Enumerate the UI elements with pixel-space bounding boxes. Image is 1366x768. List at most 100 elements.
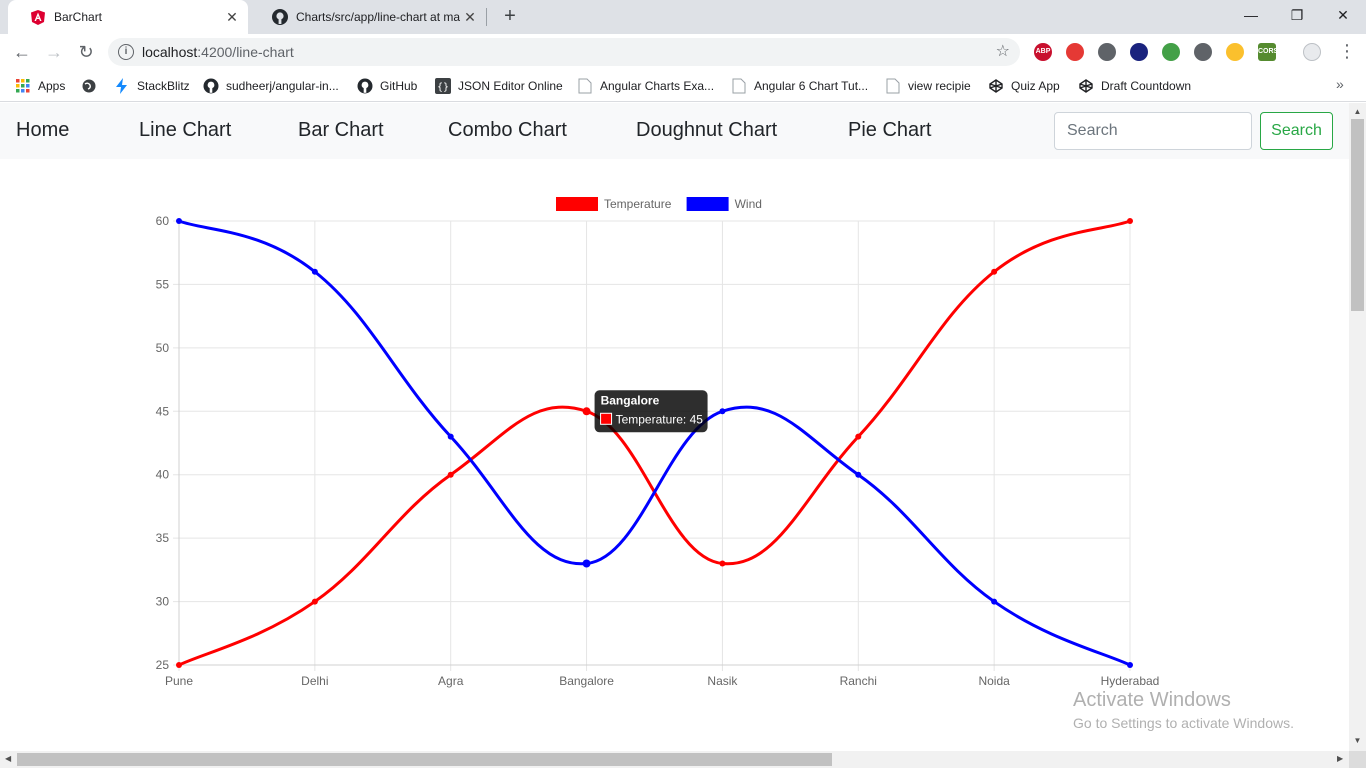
data-point bbox=[855, 433, 862, 440]
minimize-icon[interactable]: — bbox=[1228, 0, 1274, 34]
data-point bbox=[311, 268, 318, 275]
url-text: localhost:4200/line-chart bbox=[142, 44, 294, 60]
y-tick-label: 25 bbox=[156, 658, 170, 672]
close-tab-icon[interactable]: ✕ bbox=[222, 9, 242, 26]
legend-swatch bbox=[686, 197, 729, 211]
y-tick-label: 30 bbox=[156, 595, 170, 609]
data-point bbox=[1127, 662, 1133, 668]
horizontal-scrollbar[interactable]: ◀ ▶ bbox=[0, 751, 1349, 768]
svg-text:{}: {} bbox=[437, 82, 449, 93]
data-point bbox=[991, 598, 998, 605]
close-tab-icon[interactable]: ✕ bbox=[460, 9, 480, 26]
y-tick-label: 40 bbox=[156, 468, 170, 482]
data-point bbox=[447, 433, 454, 440]
horizontal-scroll-thumb[interactable] bbox=[17, 753, 832, 766]
forward-icon[interactable]: → bbox=[42, 40, 66, 64]
data-point bbox=[855, 471, 862, 478]
x-tick-label: Noida bbox=[978, 674, 1010, 688]
angular-icon bbox=[30, 9, 46, 25]
url-path: :4200/line-chart bbox=[197, 44, 294, 60]
apps-grid-icon bbox=[15, 78, 31, 94]
data-point bbox=[176, 218, 182, 224]
extension-icon[interactable] bbox=[1066, 43, 1084, 61]
data-point bbox=[447, 471, 454, 478]
bookmark-item[interactable]: {} JSON Editor Online bbox=[435, 77, 563, 95]
extension-icon[interactable] bbox=[1162, 43, 1180, 61]
bookmark-item[interactable]: sudheerj/angular-in... bbox=[203, 77, 339, 95]
tab-barchart[interactable]: BarChart ✕ bbox=[8, 0, 248, 34]
bookmark-item[interactable] bbox=[81, 77, 104, 95]
scroll-left-icon[interactable]: ◀ bbox=[5, 754, 11, 763]
data-point bbox=[719, 560, 726, 567]
stackblitz-icon bbox=[114, 78, 130, 94]
data-point bbox=[1127, 218, 1133, 224]
page-viewport: Home Line Chart Bar Chart Combo Chart Do… bbox=[0, 103, 1349, 751]
legend-label: Temperature bbox=[604, 197, 672, 211]
codepen-icon bbox=[1078, 78, 1094, 94]
tab-title: BarChart bbox=[54, 10, 103, 24]
bookmark-item[interactable]: GitHub bbox=[357, 77, 417, 95]
tooltip-label: Temperature: 45 bbox=[616, 412, 704, 426]
scroll-right-icon[interactable]: ▶ bbox=[1337, 754, 1343, 763]
x-tick-label: Pune bbox=[165, 674, 193, 688]
y-tick-label: 60 bbox=[156, 214, 170, 228]
x-tick-label: Ranchi bbox=[840, 674, 877, 688]
legend-label: Wind bbox=[735, 197, 762, 211]
tab-github[interactable]: Charts/src/app/line-chart at mast ✕ bbox=[250, 0, 486, 34]
extension-icon[interactable]: CORS bbox=[1258, 43, 1278, 61]
bookmark-item[interactable]: Apps bbox=[15, 77, 65, 95]
github-icon bbox=[203, 78, 219, 94]
tooltip-swatch bbox=[600, 412, 613, 425]
bookmark-item[interactable]: Angular Charts Exa... bbox=[577, 77, 714, 95]
data-point bbox=[719, 408, 726, 415]
bookmarks-bar: Apps StackBlitz sudheerj/angular-in... GitH… bbox=[0, 70, 1366, 102]
y-tick-label: 55 bbox=[156, 277, 170, 291]
bookmark-star-icon[interactable]: ☆ bbox=[996, 41, 1010, 61]
tooltip-title: Bangalore bbox=[601, 393, 660, 407]
restore-icon[interactable]: ❐ bbox=[1274, 0, 1320, 34]
bookmark-label: sudheerj/angular-in... bbox=[226, 79, 339, 93]
x-tick-label: Bangalore bbox=[559, 674, 614, 688]
vertical-scroll-thumb[interactable] bbox=[1351, 119, 1364, 311]
info-icon[interactable]: i bbox=[118, 44, 134, 60]
extension-icon[interactable] bbox=[1098, 43, 1116, 61]
scroll-up-icon[interactable]: ▲ bbox=[1349, 107, 1366, 116]
bookmark-item[interactable]: StackBlitz bbox=[114, 77, 190, 95]
extension-icon[interactable] bbox=[1194, 43, 1212, 61]
activate-windows-hint: Go to Settings to activate Windows. bbox=[1073, 715, 1294, 731]
y-tick-label: 50 bbox=[156, 341, 170, 355]
data-point bbox=[582, 407, 591, 416]
back-icon[interactable]: ← bbox=[10, 40, 34, 64]
tab-divider bbox=[486, 8, 487, 26]
globe-icon bbox=[81, 78, 97, 94]
page-icon bbox=[577, 78, 593, 94]
bookmark-item[interactable]: Angular 6 Chart Tut... bbox=[731, 77, 868, 95]
json-icon: {} bbox=[435, 78, 451, 94]
new-tab-icon[interactable]: + bbox=[498, 5, 522, 29]
reload-icon[interactable]: ↻ bbox=[74, 40, 98, 64]
bookmark-item[interactable]: Draft Countdown bbox=[1078, 77, 1191, 95]
line-chart: 25 30 35 40 45 50 55 60 Pune Delhi Agra Bangalore Na… bbox=[156, 197, 1159, 688]
x-tick-label: Delhi bbox=[301, 674, 328, 688]
close-window-icon[interactable]: ✕ bbox=[1320, 0, 1366, 34]
extension-icon[interactable] bbox=[1226, 43, 1244, 61]
scroll-down-icon[interactable]: ▼ bbox=[1349, 736, 1366, 745]
extension-icon[interactable]: ABP bbox=[1034, 43, 1052, 61]
bookmark-label: Angular 6 Chart Tut... bbox=[754, 79, 869, 93]
codepen-icon bbox=[988, 78, 1004, 94]
url-host: localhost bbox=[142, 44, 198, 60]
bookmarks-overflow-icon[interactable]: » bbox=[1336, 76, 1344, 92]
address-bar[interactable]: i localhost:4200/line-chart ☆ bbox=[108, 38, 1020, 66]
vertical-scrollbar[interactable]: ▲ ▼ bbox=[1349, 103, 1366, 751]
menu-kebab-icon[interactable]: ⋮ bbox=[1338, 41, 1356, 61]
bookmark-item[interactable]: view recipie bbox=[885, 77, 971, 95]
x-tick-label: Agra bbox=[438, 674, 464, 688]
tab-strip: BarChart ✕ Charts/src/app/line-chart at … bbox=[0, 0, 1366, 34]
tab-title: Charts/src/app/line-chart at mast bbox=[296, 10, 460, 24]
bookmark-label: Apps bbox=[38, 79, 66, 93]
bookmark-item[interactable]: Quiz App bbox=[988, 77, 1060, 95]
bookmark-label: Quiz App bbox=[1011, 79, 1060, 93]
profile-avatar[interactable] bbox=[1303, 43, 1321, 61]
github-icon bbox=[357, 78, 373, 94]
extension-icon[interactable] bbox=[1130, 43, 1148, 61]
